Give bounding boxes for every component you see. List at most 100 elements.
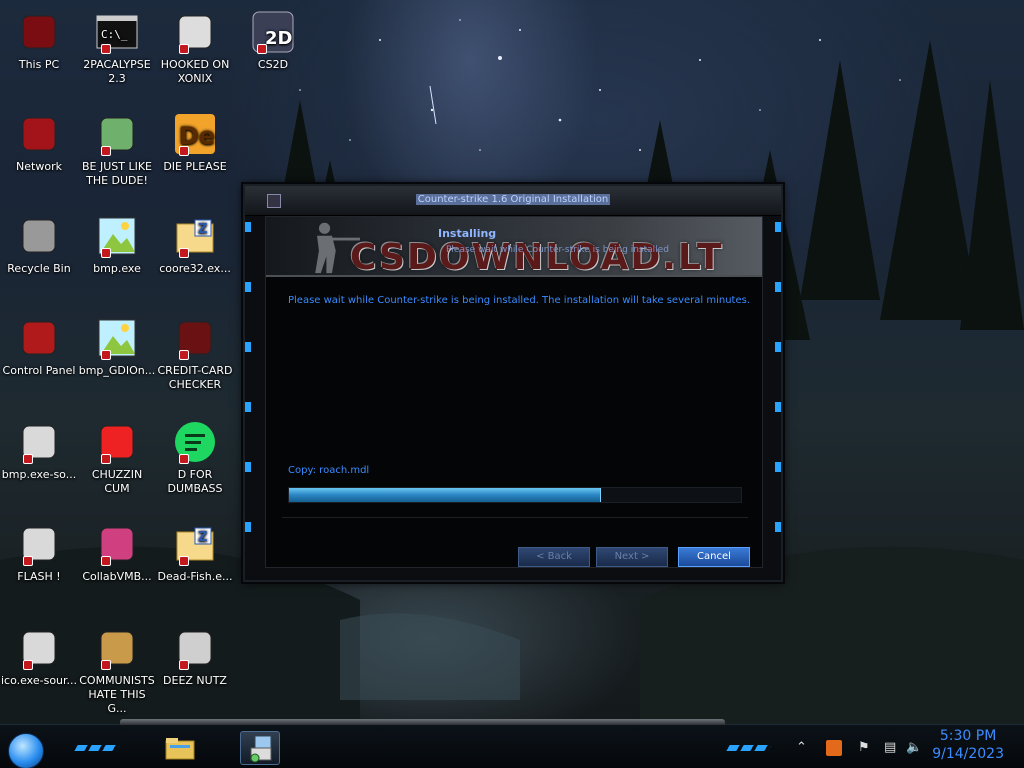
desktop-icon-label: Dead-Fish.e... (157, 570, 233, 583)
installer-banner: CSDOWNLOAD.LT Installing Please wait whi… (266, 217, 762, 277)
desktop-icon[interactable]: CREDIT-CARD CHECKER (156, 316, 234, 392)
shortcut-arrow-icon (179, 660, 189, 670)
desktop-icon-label: DEEZ NUTZ (163, 674, 227, 687)
desktop-icon[interactable]: BE JUST LIKE THE DUDE! (78, 112, 156, 188)
shortcut-arrow-icon (179, 454, 189, 464)
desktop-icon[interactable]: Zcoore32.ex... (156, 214, 234, 276)
desktop-icon[interactable]: HOOKED ON XONIX (156, 10, 234, 86)
spotify-icon (173, 420, 217, 464)
network-icon (17, 112, 61, 156)
desktop-icon[interactable]: D FOR DUMBASS (156, 420, 234, 496)
windows-stack-icon (173, 626, 217, 670)
desktop-icon-label: Control Panel (2, 364, 76, 377)
desktop-icon-label: BE JUST LIKE THE DUDE! (81, 160, 153, 187)
zip-folder-icon: Z (173, 522, 217, 566)
gun-icon: 2D (251, 10, 295, 54)
file-icon (17, 522, 61, 566)
zip-folder-icon: Z (173, 214, 217, 258)
shortcut-arrow-icon (101, 660, 111, 670)
progress-fill (289, 488, 601, 502)
shortcut-arrow-icon (179, 248, 189, 258)
installer-progress-bar (288, 487, 742, 503)
desktop-icon[interactable]: Recycle Bin (0, 214, 78, 276)
installer-status: Copy: roach.mdl (288, 465, 370, 476)
desktop-icon[interactable]: Network (0, 112, 78, 174)
desktop-icon[interactable]: FLASH ! (0, 522, 78, 584)
svg-text:C:\_: C:\_ (101, 28, 128, 41)
desktop-icon-label: CREDIT-CARD CHECKER (157, 364, 233, 391)
installer-heading: Installing (438, 227, 497, 240)
money-bag-icon (95, 626, 139, 670)
svg-text:Z: Z (198, 222, 207, 237)
shortcut-arrow-icon (101, 350, 111, 360)
window-frame-right (775, 204, 781, 574)
volume-icon[interactable]: 🔈 (906, 740, 922, 755)
window-frame-left (245, 204, 251, 574)
folder-icon (165, 738, 195, 760)
desktop-icon[interactable]: De DIE PLEASE (156, 112, 234, 174)
shortcut-arrow-icon (101, 556, 111, 566)
cancel-button[interactable]: Cancel (678, 547, 750, 567)
desktop-icon-label: Recycle Bin (7, 262, 71, 275)
installer-titlebar[interactable]: Counter-strike 1.6 Original Installation (245, 186, 781, 216)
brand-logo: CSDOWNLOAD.LT (350, 237, 724, 277)
taskbar-decoration (726, 745, 772, 751)
desktop-icon-label: This PC (18, 58, 60, 71)
clock[interactable]: 5:30 PM 9/14/2023 (932, 727, 1004, 763)
taskbar-file-explorer[interactable] (160, 731, 200, 765)
svg-text:Z: Z (198, 530, 207, 545)
desktop-icon[interactable]: COMMUNISTS HATE THIS G... (78, 626, 156, 716)
desktop-icon-label: ico.exe-sour... (0, 674, 78, 687)
desktop-icon-label: COMMUNISTS HATE THIS G... (79, 674, 155, 715)
installer-icon (250, 735, 272, 763)
desktop-icon-label: bmp_GDIOn... (78, 364, 156, 377)
desktop-icon[interactable]: bmp.exe-so... (0, 420, 78, 482)
desktop-icon[interactable]: DEEZ NUTZ (156, 626, 234, 688)
clock-time: 5:30 PM (939, 728, 997, 744)
tray-java-icon[interactable] (826, 740, 842, 756)
tray-chevron-icon[interactable]: ⌃ (796, 740, 807, 755)
taskbar-installer[interactable] (240, 731, 280, 765)
back-button[interactable]: < Back (518, 547, 590, 567)
next-button[interactable]: Next > (596, 547, 668, 567)
desktop-icon-label: Network (16, 160, 62, 173)
computer-icon (17, 10, 61, 54)
flag-icon[interactable]: ⚑ (858, 740, 870, 755)
image-icon (95, 214, 139, 258)
shortcut-arrow-icon (179, 556, 189, 566)
installer-message: Please wait while Counter-strike is bein… (288, 295, 750, 306)
installer-window[interactable]: Counter-strike 1.6 Original Installation… (243, 184, 783, 582)
chuzzle-icon (95, 420, 139, 464)
separator (282, 517, 748, 518)
shortcut-arrow-icon (179, 146, 189, 156)
installer-body: CSDOWNLOAD.LT Installing Please wait whi… (265, 216, 763, 568)
desktop-icon-label: DIE PLEASE (163, 160, 227, 173)
shortcut-arrow-icon (23, 556, 33, 566)
desktop-icon-label: CS2D (257, 58, 289, 71)
desktop-icon[interactable]: Z Dead-Fish.e... (156, 522, 234, 584)
taskbar-decoration (74, 745, 120, 751)
start-button[interactable] (8, 733, 44, 768)
desktop-icon[interactable]: bmp.exe (78, 214, 156, 276)
desktop-icon[interactable]: 2D CS2D (234, 10, 312, 72)
desktop-icon[interactable]: Control Panel (0, 316, 78, 378)
monitor-icon (95, 522, 139, 566)
image-icon (95, 316, 139, 360)
desktop-icon[interactable]: bmp_GDIOn... (78, 316, 156, 378)
clock-date: 9/14/2023 (932, 746, 1004, 762)
taskbar: ⌃ ⚑ ▤ 🔈 5:30 PM 9/14/2023 (0, 719, 1024, 768)
shortcut-arrow-icon (101, 248, 111, 258)
shortcut-arrow-icon (179, 44, 189, 54)
desktop-icon-label: bmp.exe (93, 262, 141, 275)
santa-icon (95, 112, 139, 156)
trash-icon (17, 214, 61, 258)
desktop-icon[interactable]: CollabVMB... (78, 522, 156, 584)
desktop-icon[interactable]: This PC (0, 10, 78, 72)
desktop-icon[interactable]: C:\_ 2PACALYPSE 2.3 (78, 10, 156, 86)
desktop-icon[interactable]: CHUZZIN CUM (78, 420, 156, 496)
control-panel-icon (17, 316, 61, 360)
desktop-icon[interactable]: ico.exe-sour... (0, 626, 78, 688)
shortcut-arrow-icon (101, 146, 111, 156)
shortcut-arrow-icon (23, 454, 33, 464)
network-icon[interactable]: ▤ (884, 740, 896, 755)
